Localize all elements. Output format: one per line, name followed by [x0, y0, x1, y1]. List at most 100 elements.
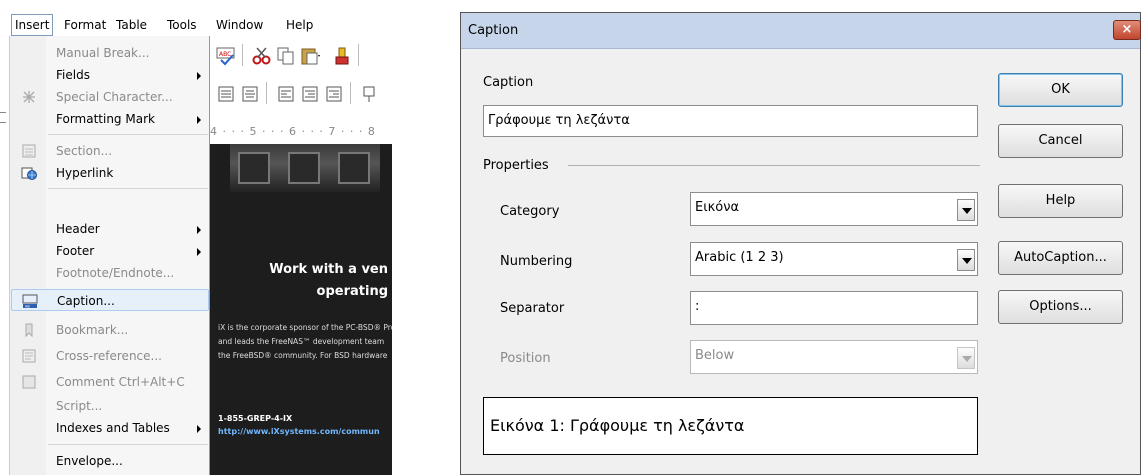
numbering-select[interactable]: Arabic (1 2 3) [690, 242, 978, 276]
menu-item-label: Envelope... [56, 454, 123, 468]
menu-bar: Insert Format Table Tools Window Help [0, 14, 392, 36]
menu-tools[interactable]: Tools [164, 14, 200, 36]
menu-item-label: Bookmark... [56, 323, 129, 337]
hyperlink-icon [21, 165, 37, 181]
comment-icon [21, 374, 37, 390]
cross-reference-icon [21, 348, 37, 364]
caption-label: Caption [483, 75, 534, 90]
menu-item-label: Section... [56, 144, 113, 158]
menu-item-manual-break[interactable]: Manual Break... [11, 42, 209, 64]
menu-item-label: Manual Break... [56, 46, 150, 60]
svg-text:AB: AB [25, 305, 30, 309]
menu-format[interactable]: Format [61, 14, 109, 36]
submenu-arrow-icon [197, 72, 201, 80]
menu-item-label: Comment Ctrl+Alt+C [56, 375, 185, 389]
dialog-titlebar[interactable]: Caption × [461, 13, 1141, 49]
chevron-down-icon[interactable] [957, 249, 975, 271]
menu-separator [48, 134, 208, 135]
menu-item-indexes-and-tables[interactable]: Indexes and Tables [11, 417, 209, 439]
submenu-arrow-icon [197, 116, 201, 124]
menu-item-caption[interactable]: AB Caption... [11, 289, 209, 311]
menu-item-comment[interactable]: Comment Ctrl+Alt+C [11, 371, 209, 393]
position-select[interactable]: Below [690, 340, 978, 374]
caption-icon: AB [22, 293, 38, 309]
menu-item-section[interactable]: Section... [11, 140, 209, 162]
category-label: Category [500, 204, 560, 219]
menu-item-hyperlink[interactable]: Hyperlink [11, 162, 209, 184]
menu-item-label: Fields [56, 68, 90, 82]
category-select[interactable]: Εικόνα [690, 192, 978, 226]
document-canvas[interactable]: Work with a ven operating iX is the corp… [210, 144, 392, 475]
options-button[interactable]: Options... [998, 290, 1123, 324]
cancel-button[interactable]: Cancel [998, 124, 1123, 158]
doc-phone: 1-855-GREP-4-IX [218, 414, 293, 423]
horizontal-ruler: 4 · · · 5 · · · 6 · · · 7 · · · 8 [210, 125, 376, 138]
caption-input[interactable]: Γράφουμε τη λεζάντα [483, 105, 978, 137]
menu-item-header[interactable]: Header [11, 218, 209, 240]
standard-toolbar: ABC [210, 40, 392, 72]
chevron-down-icon[interactable] [957, 347, 975, 369]
caption-preview: Εικόνα 1: Γράφουμε τη λεζάντα [483, 397, 978, 455]
menu-table[interactable]: Table [113, 14, 150, 36]
caption-dialog: Caption × Caption Γράφουμε τη λεζάντα Pr… [460, 12, 1141, 475]
close-button[interactable]: × [1113, 20, 1141, 40]
indent-icon[interactable] [322, 82, 344, 104]
numbered-list-icon[interactable] [298, 82, 320, 104]
align-center-icon[interactable] [238, 82, 260, 104]
doc-headline: Work with a ven [269, 262, 388, 277]
bookmark-icon [21, 322, 37, 338]
menu-item-label: Script... [56, 399, 103, 413]
menu-item-label: Header [56, 222, 100, 236]
ok-button[interactable]: OK [998, 73, 1123, 107]
position-label: Position [500, 351, 551, 366]
numbering-label: Numbering [500, 254, 573, 269]
toolbar-separator [266, 82, 267, 104]
doc-body-text: iX is the corporate sponsor of the PC-BS… [218, 323, 392, 332]
doc-body-text: the FreeBSD® community. For BSD hardware [218, 351, 388, 360]
menu-insert[interactable]: Insert [11, 14, 54, 36]
spellcheck-icon[interactable]: ABC [214, 44, 236, 66]
chevron-down-icon[interactable] [957, 199, 975, 221]
menu-help[interactable]: Help [283, 14, 316, 36]
toolbar-separator [358, 44, 359, 66]
edge-mark [0, 112, 6, 113]
autocaption-button[interactable]: AutoCaption... [998, 241, 1123, 275]
numbering-value: Arabic (1 2 3) [695, 250, 784, 265]
menu-item-label: Cross-reference... [56, 349, 162, 363]
menu-item-special-character[interactable]: Special Character... [11, 86, 209, 108]
menu-item-fields[interactable]: Fields [11, 64, 209, 86]
menu-item-label: Caption... [57, 294, 115, 308]
menu-item-script[interactable]: Script... [11, 395, 209, 417]
clone-formatting-icon[interactable] [330, 44, 352, 66]
menu-item-formatting-mark[interactable]: Formatting Mark [11, 108, 209, 130]
separator-input[interactable]: : [690, 291, 978, 325]
cut-icon[interactable] [250, 44, 272, 66]
menu-item-cross-reference[interactable]: Cross-reference... [11, 345, 209, 367]
menu-item-bookmark[interactable]: Bookmark... [11, 319, 209, 341]
section-icon [21, 143, 37, 159]
menu-window[interactable]: Window [213, 14, 266, 36]
menu-item-footnote-endnote[interactable]: Footnote/Endnote... [11, 262, 209, 284]
special-character-icon [21, 89, 37, 105]
menu-item-label: Footnote/Endnote... [56, 266, 175, 280]
align-icon[interactable] [214, 82, 236, 104]
menu-separator [48, 188, 208, 189]
submenu-arrow-icon [197, 425, 201, 433]
paragraph-icon[interactable] [358, 82, 380, 104]
menu-item-label: Formatting Mark [56, 112, 155, 126]
copy-icon[interactable] [274, 44, 296, 66]
menu-separator [48, 444, 208, 445]
submenu-arrow-icon [197, 226, 201, 234]
menu-item-label: Hyperlink [56, 166, 114, 180]
menu-item-envelope[interactable]: Envelope... [11, 450, 209, 472]
help-button[interactable]: Help [998, 184, 1123, 218]
list-icon[interactable] [274, 82, 296, 104]
writer-window: Insert Format Table Tools Window Help AB… [0, 0, 392, 475]
paste-icon[interactable] [298, 44, 320, 66]
insert-menu: Manual Break... Fields Special Character… [9, 36, 210, 475]
menu-item-footer[interactable]: Footer [11, 240, 209, 262]
category-value: Εικόνα [695, 200, 740, 215]
server-image [230, 144, 380, 192]
svg-text:ABC: ABC [219, 51, 231, 58]
formatting-toolbar [210, 78, 392, 108]
